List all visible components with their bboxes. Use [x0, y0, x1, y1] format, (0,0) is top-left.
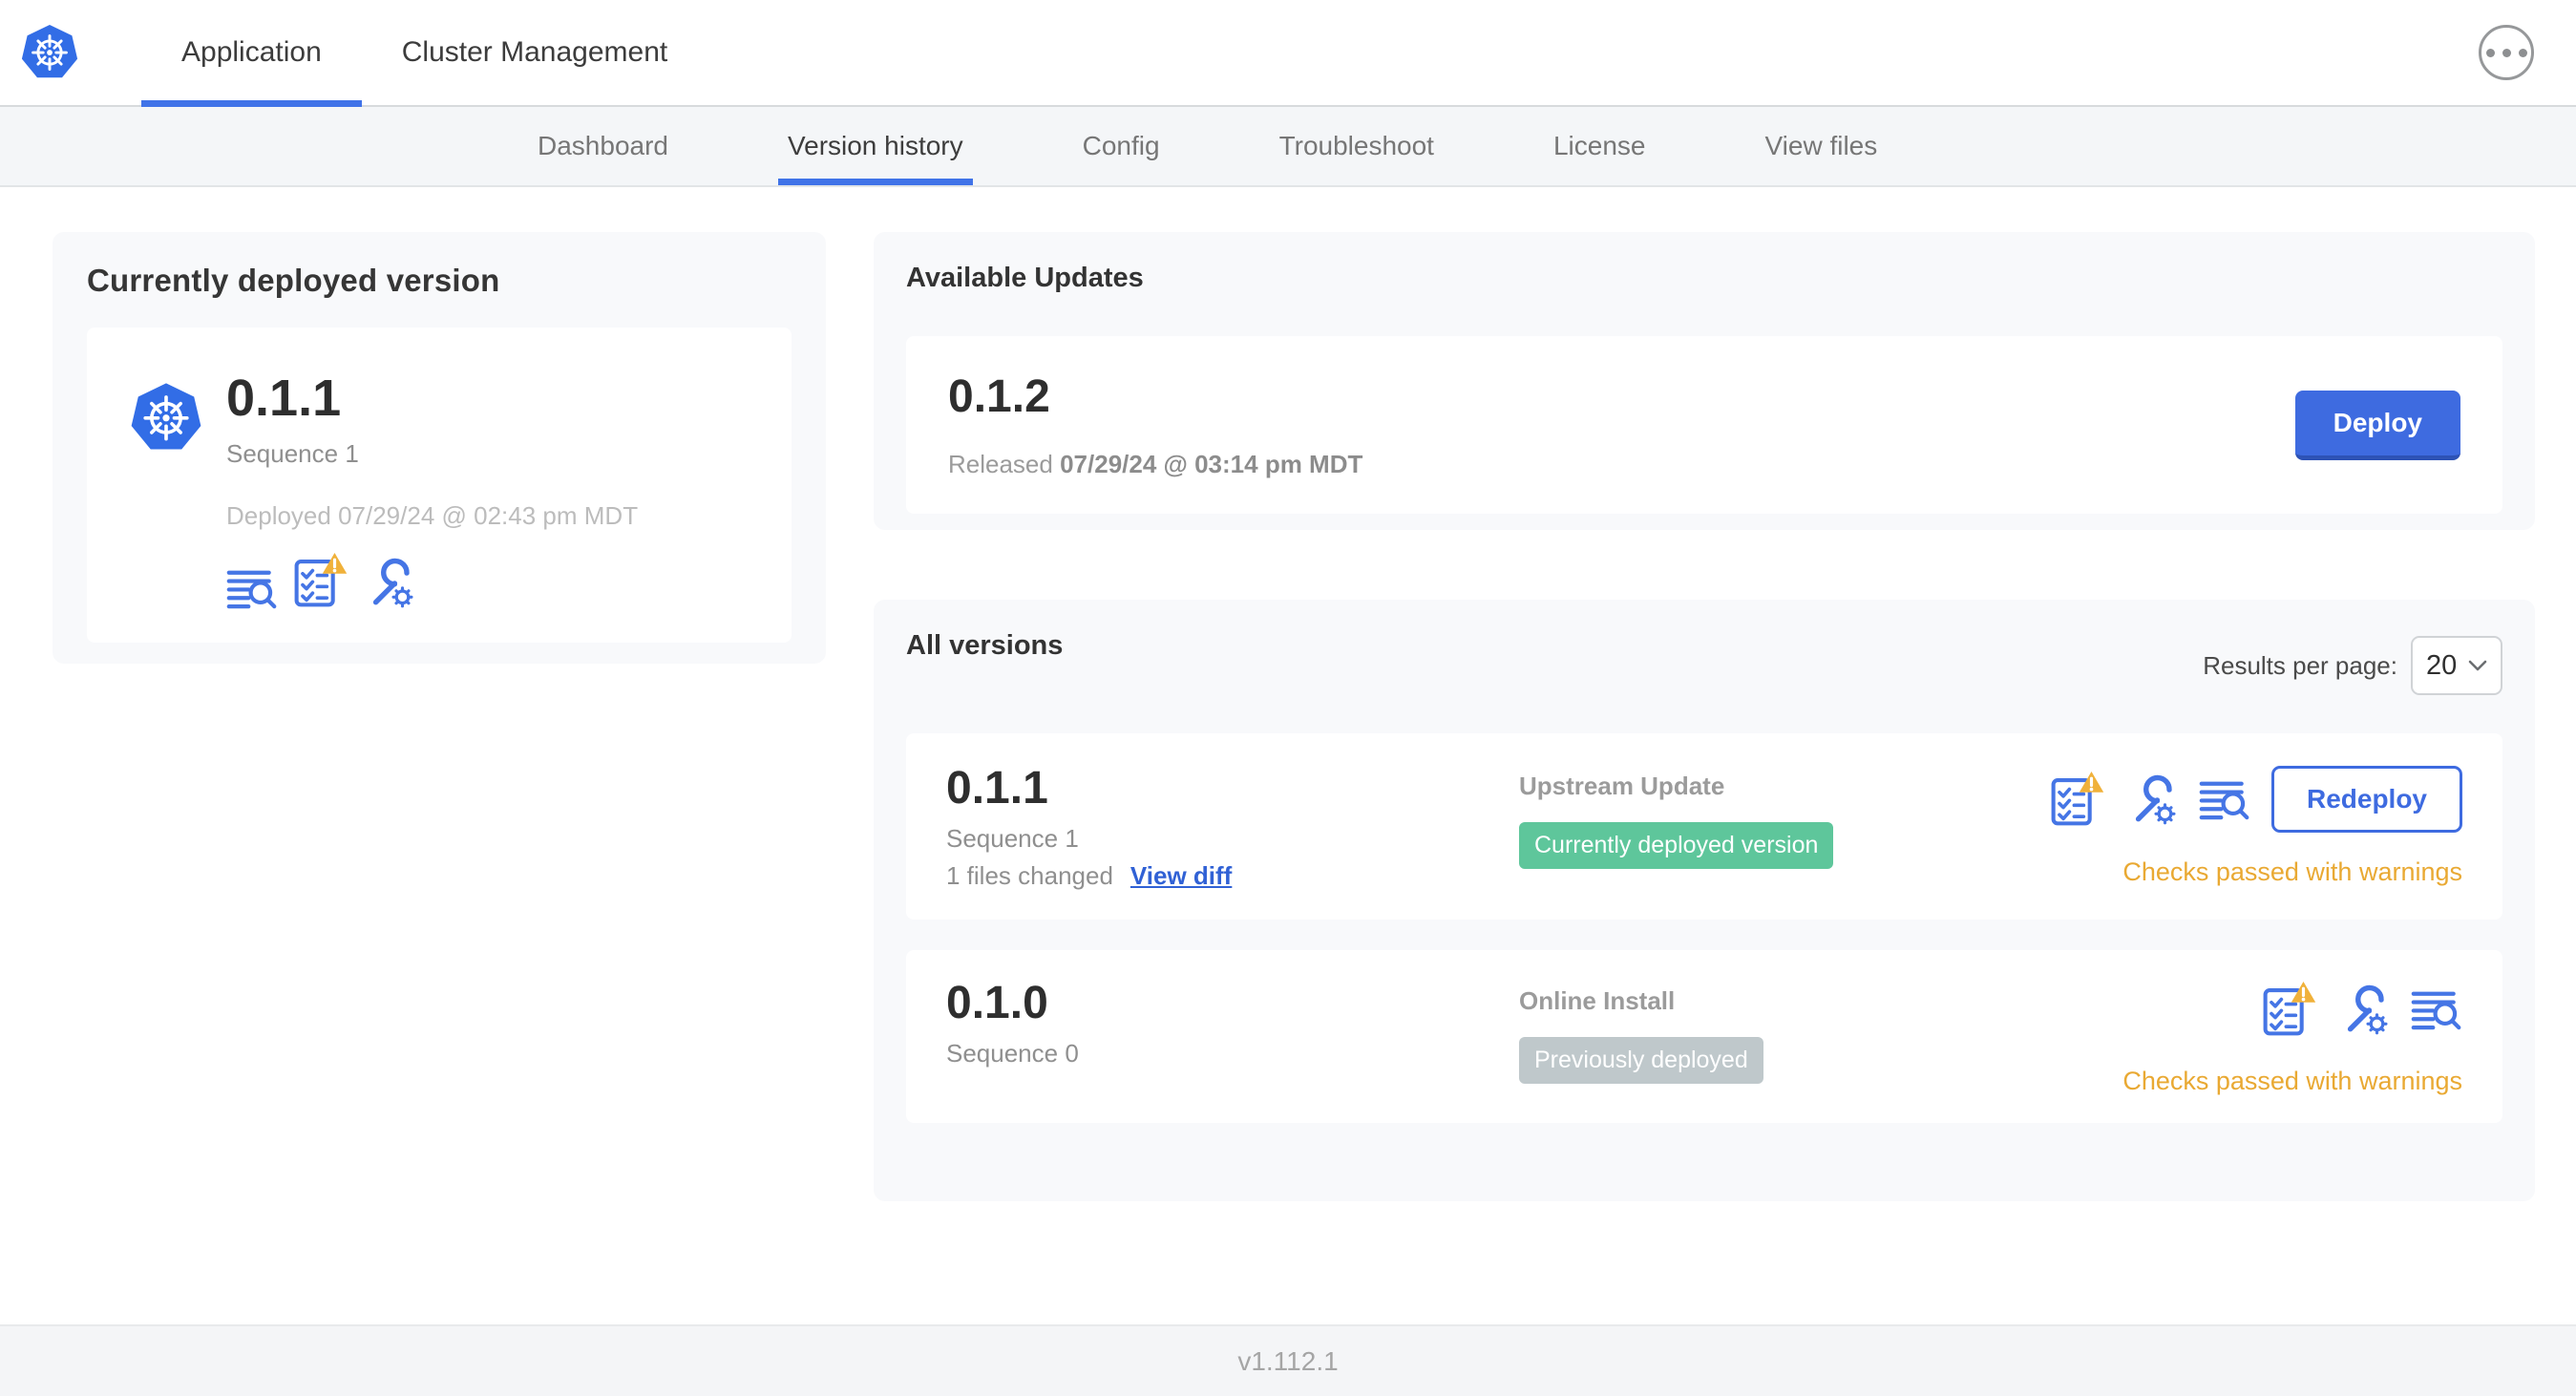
- currently-deployed-title: Currently deployed version: [87, 263, 500, 298]
- row-version-number: 0.1.0: [946, 978, 1048, 1028]
- status-badge: Previously deployed: [1519, 1037, 1763, 1084]
- available-updates-card: Available Updates 0.1.2 Released 07/29/2…: [874, 232, 2535, 530]
- tab-dashboard[interactable]: Dashboard: [528, 107, 678, 185]
- tab-version-history[interactable]: Version history: [777, 107, 973, 185]
- nav-tab-application[interactable]: Application: [141, 0, 362, 107]
- current-version-deployed-timestamp: Deployed 07/29/24 @ 02:43 pm MDT: [226, 500, 639, 530]
- tab-config[interactable]: Config: [1073, 107, 1170, 185]
- status-badge: Currently deployed version: [1519, 822, 1834, 869]
- preflight-checks-warning-icon[interactable]: [2262, 981, 2317, 1038]
- more-options-button[interactable]: [2479, 25, 2534, 80]
- results-per-page-label: Results per page:: [2203, 650, 2397, 680]
- nav-tab-cluster-management[interactable]: Cluster Management: [362, 0, 707, 105]
- top-nav-tabs: Application Cluster Management: [141, 0, 707, 107]
- update-version-number: 0.1.2: [948, 371, 1050, 422]
- current-version-number: 0.1.1: [226, 370, 342, 427]
- version-source-label: Online Install: [1519, 986, 1676, 1015]
- all-versions-title: All versions: [906, 630, 1064, 661]
- row-version-number: 0.1.1: [946, 763, 1048, 814]
- currently-deployed-card: Currently deployed version 0.1.1 Sequenc…: [53, 232, 826, 664]
- row-sequence: Sequence 0: [946, 1039, 1079, 1068]
- preflight-checks-warning-icon[interactable]: [2050, 771, 2105, 828]
- tab-troubleshoot[interactable]: Troubleshoot: [1270, 107, 1444, 185]
- currently-deployed-version-panel: 0.1.1 Sequence 1 Deployed 07/29/24 @ 02:…: [87, 328, 792, 643]
- row-sequence: Sequence 1: [946, 824, 1079, 853]
- checks-status-text[interactable]: Checks passed with warnings: [2122, 857, 2462, 887]
- update-released-timestamp: Released 07/29/24 @ 03:14 pm MDT: [948, 450, 1363, 478]
- ellipsis-icon: [2485, 48, 2527, 57]
- kubernetes-logo: [19, 23, 80, 84]
- view-logs-icon[interactable]: [2199, 779, 2250, 820]
- version-source-label: Upstream Update: [1519, 772, 1725, 800]
- redeploy-button[interactable]: Redeploy: [2270, 766, 2462, 833]
- files-changed-label: 1 files changed: [946, 861, 1113, 890]
- results-per-page-select[interactable]: 20: [2411, 636, 2502, 695]
- version-row-0-1-1: 0.1.1 Sequence 1 1 files changed View di…: [906, 733, 2502, 920]
- edit-config-icon[interactable]: [2126, 772, 2178, 826]
- available-update-row: 0.1.2 Released 07/29/24 @ 03:14 pm MDT D…: [906, 336, 2502, 514]
- version-row-0-1-0: 0.1.0 Sequence 0 Online Install Previous…: [906, 950, 2502, 1123]
- app-kubernetes-icon: [129, 381, 203, 457]
- admin-console-version: v1.112.1: [1237, 1345, 1339, 1376]
- preflight-checks-warning-icon[interactable]: [293, 552, 348, 609]
- view-diff-link[interactable]: View diff: [1130, 861, 1232, 891]
- deploy-button[interactable]: Deploy: [2294, 390, 2460, 460]
- edit-config-icon[interactable]: [364, 556, 415, 609]
- tab-license[interactable]: License: [1544, 107, 1656, 185]
- top-nav: Application Cluster Management: [0, 0, 2576, 107]
- tab-view-files[interactable]: View files: [1755, 107, 1887, 185]
- main-content: Currently deployed version 0.1.1 Sequenc…: [0, 187, 2576, 1324]
- edit-config-icon[interactable]: [2338, 983, 2390, 1036]
- chevron-down-icon: [2468, 660, 2487, 671]
- view-logs-icon[interactable]: [226, 568, 278, 609]
- checks-status-text[interactable]: Checks passed with warnings: [2122, 1067, 2462, 1096]
- available-updates-title: Available Updates: [906, 263, 1144, 293]
- current-version-sequence: Sequence 1: [226, 438, 359, 468]
- footer: v1.112.1: [0, 1324, 2576, 1396]
- view-logs-icon[interactable]: [2411, 989, 2462, 1030]
- all-versions-card: All versions Results per page: 20 0.1.1 …: [874, 600, 2535, 1201]
- app-sub-nav: Dashboard Version history Config Trouble…: [0, 107, 2576, 187]
